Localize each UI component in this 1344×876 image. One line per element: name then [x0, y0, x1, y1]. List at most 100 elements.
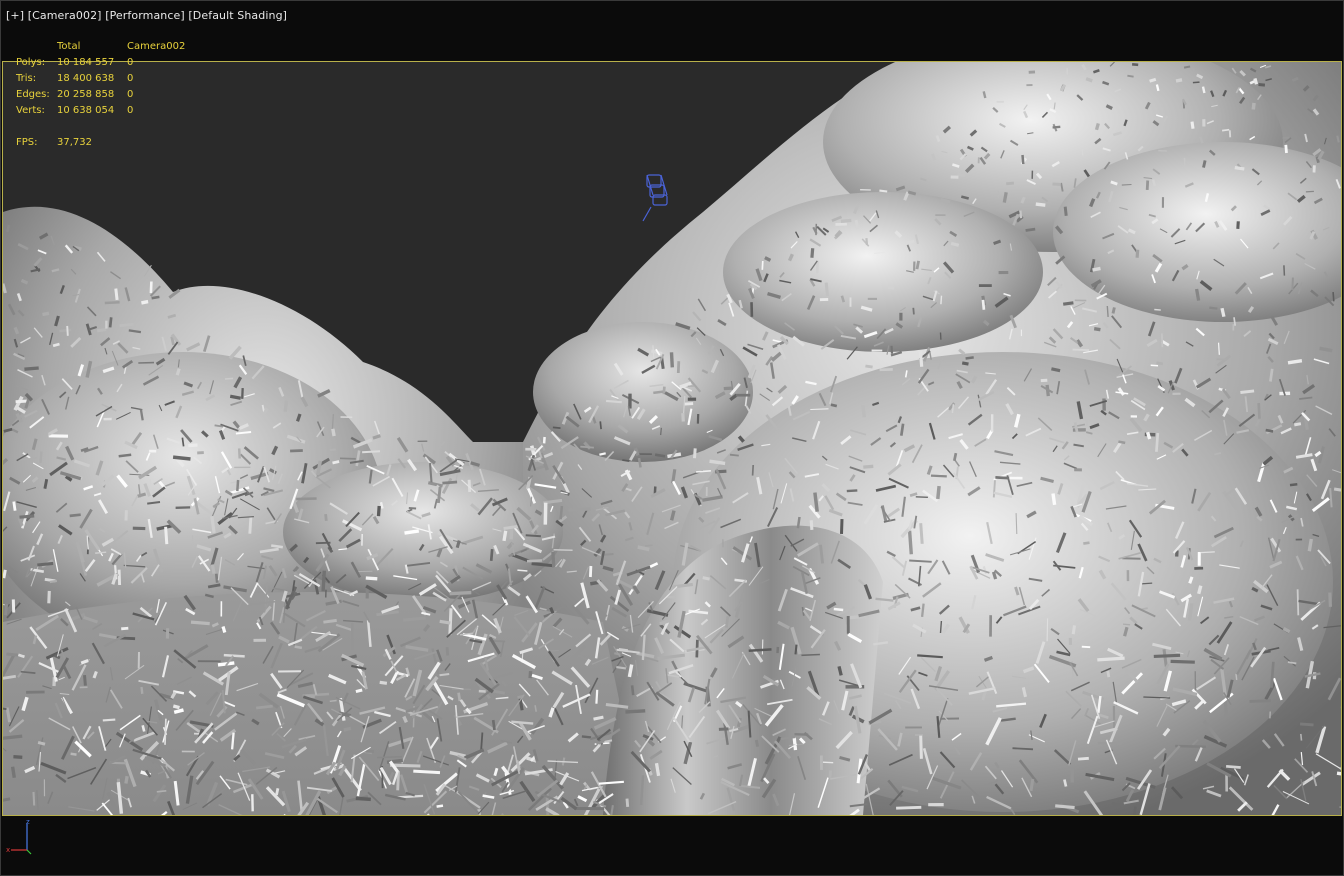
viewport-general-menu[interactable]: [+] [6, 9, 24, 22]
grass-blade [294, 645, 303, 650]
grass-blade [52, 342, 60, 348]
grass-blade [141, 299, 149, 305]
grass-blade [1291, 277, 1294, 291]
grass-blade [654, 453, 666, 458]
grass-blade [1127, 74, 1134, 78]
grass-blade [951, 404, 955, 414]
camera-object-icon[interactable] [641, 171, 673, 227]
axis-z-label: z [26, 818, 30, 826]
grass-blade [1328, 592, 1332, 607]
stats-total-value: 10 638 054 [57, 105, 115, 116]
grass-blade [1051, 367, 1061, 373]
grass-blade [1141, 582, 1153, 585]
grass-blade [117, 569, 122, 586]
grass-blade [1249, 699, 1271, 703]
viewport-performance-menu[interactable]: [Performance] [105, 9, 185, 22]
grass-blade [1149, 77, 1157, 83]
grass-blade [59, 328, 72, 333]
grass-blade [296, 497, 317, 501]
grass-blade [1225, 764, 1241, 769]
grass-blade [1015, 513, 1018, 535]
grass-blade [503, 524, 519, 530]
viewport-pov-menu[interactable]: [Camera002] [28, 9, 102, 22]
grass-blade [1305, 190, 1314, 193]
grass-blade [323, 618, 337, 624]
grass-blade [1106, 670, 1111, 678]
grass-blade [442, 480, 458, 485]
viewport-label-menu[interactable]: [+] [Camera002] [Performance] [Default S… [6, 9, 287, 22]
grass-blade [1094, 122, 1100, 131]
grass-blade [1021, 687, 1028, 698]
grass-blade [275, 788, 280, 796]
grass-blade [676, 361, 681, 374]
grass-blade [1253, 77, 1259, 85]
grass-blade [1201, 86, 1206, 94]
grass-blade [489, 548, 494, 562]
grass-blade [491, 719, 496, 731]
grass-blade [1081, 645, 1091, 649]
grass-blade [1152, 179, 1157, 187]
grass-blade [32, 791, 36, 806]
grass-blade [890, 345, 894, 354]
grass-blade [981, 299, 986, 310]
grass-blade [606, 399, 622, 404]
grass-blade [37, 561, 54, 567]
grass-blade [813, 492, 819, 512]
grass-blade [581, 735, 592, 739]
grass-blade [846, 489, 858, 493]
grass-blade [654, 762, 661, 777]
grass-blade [214, 573, 219, 583]
grass-blade [124, 775, 129, 784]
grass-blade [221, 626, 227, 633]
grass-blade [1012, 747, 1034, 751]
grass-blade [156, 789, 167, 793]
grass-blade [637, 457, 642, 468]
grass-blade [930, 474, 947, 478]
stats-camera-value: 0 [127, 105, 134, 116]
grass-blade [15, 399, 28, 404]
grass-blade [1063, 779, 1068, 787]
grass-blade [402, 715, 408, 723]
grass-blade [1283, 265, 1286, 276]
grass-blade [230, 732, 235, 750]
grass-blade [1307, 538, 1313, 552]
stats-camera-value: 0 [127, 89, 134, 100]
grass-blade [86, 535, 89, 550]
grass-blade [517, 569, 528, 572]
grass-blade [172, 455, 191, 461]
grass-blade [223, 653, 245, 658]
grass-blade [241, 388, 244, 399]
grass-blade [24, 366, 39, 371]
grass-blade [920, 603, 925, 618]
grass-blade [95, 551, 107, 554]
grass-blade [1296, 589, 1300, 616]
grass-blade [915, 496, 928, 498]
grass-blade [140, 686, 144, 694]
grass-blade [725, 615, 730, 628]
grass-blade [502, 530, 508, 542]
grass-blade [751, 464, 755, 476]
grass-blade [991, 571, 998, 580]
grass-blade [1240, 389, 1255, 394]
grass-blade [1183, 65, 1191, 69]
grass-blade [214, 424, 224, 428]
grass-blade [580, 445, 594, 449]
grass-blade [1269, 368, 1274, 382]
grass-blade [1019, 210, 1023, 219]
stats-header-camera: Camera002 [127, 41, 186, 52]
grass-blade [439, 619, 451, 625]
grass-blade [1257, 403, 1261, 419]
viewport-frame[interactable]: [+] [Camera002] [Performance] [Default S… [0, 0, 1344, 876]
grass-blade [248, 516, 253, 534]
grass-blade [625, 709, 646, 714]
grass-blade [141, 724, 146, 732]
grass-blade [173, 708, 184, 714]
grass-blade [66, 325, 69, 336]
grass-blade [102, 718, 116, 722]
grass-blade [96, 327, 107, 333]
grass-blade [1233, 317, 1237, 326]
viewport-shading-menu[interactable]: [Default Shading] [188, 9, 287, 22]
grass-blade [1336, 771, 1341, 776]
grass-blade [952, 452, 958, 462]
grass-blade [542, 436, 546, 444]
